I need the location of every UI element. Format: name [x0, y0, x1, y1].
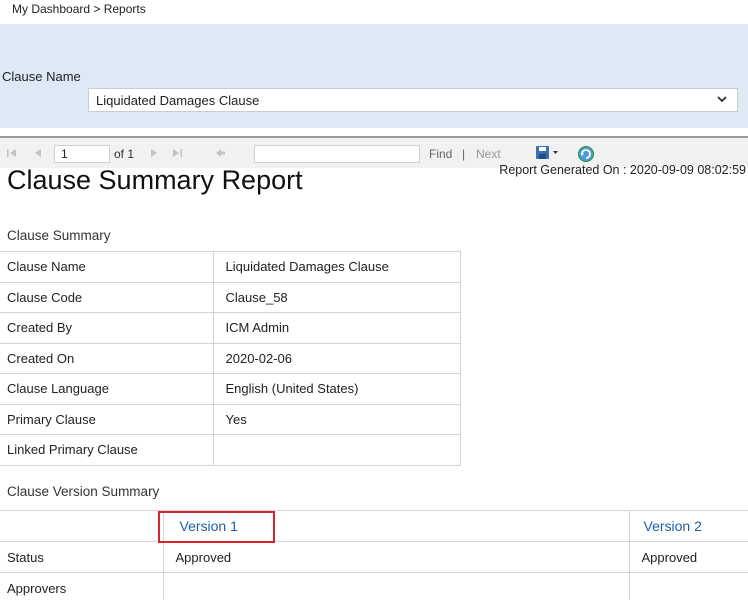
first-page-icon[interactable]	[6, 147, 18, 159]
clause-version-table: Version 1 Version 2 Status Approved Appr…	[0, 510, 748, 600]
find-input[interactable]	[254, 145, 420, 163]
summary-value: 2020-02-06	[212, 342, 461, 374]
report-title: Clause Summary Report	[7, 165, 303, 195]
table-row: Clause Name Liquidated Damages Clause	[0, 251, 461, 283]
version-2-approvers	[629, 572, 748, 600]
summary-label: Created By	[0, 312, 214, 344]
version-2-link[interactable]: Version 2	[644, 518, 702, 534]
summary-value: ICM Admin	[212, 312, 461, 344]
clause-name-selected-value: Liquidated Damages Clause	[96, 93, 260, 108]
summary-label: Linked Primary Clause	[0, 434, 214, 466]
clause-name-select[interactable]: Liquidated Damages Clause	[88, 88, 738, 112]
chevron-down-icon[interactable]	[715, 92, 729, 106]
summary-value: Liquidated Damages Clause	[212, 251, 461, 283]
next-page-icon[interactable]	[148, 147, 160, 159]
version-row-label: Approvers	[0, 572, 164, 600]
page-number-input[interactable]: 1	[54, 145, 110, 163]
table-row: Linked Primary Clause	[0, 434, 461, 466]
clause-summary-table: Clause Name Liquidated Damages Clause Cl…	[0, 251, 461, 466]
table-row: Clause Code Clause_58	[0, 281, 461, 313]
previous-page-icon[interactable]	[32, 147, 44, 159]
table-row: Created By ICM Admin	[0, 312, 461, 344]
table-header-row: Version 1 Version 2	[0, 510, 748, 542]
find-next-link[interactable]: Next	[476, 147, 501, 161]
report-generated-timestamp: Report Generated On : 2020-09-09 08:02:5…	[499, 163, 746, 177]
breadcrumb[interactable]: My Dashboard > Reports	[12, 2, 146, 16]
summary-label: Clause Name	[0, 251, 214, 283]
clause-summary-heading: Clause Summary	[7, 228, 111, 243]
summary-value: Yes	[212, 403, 461, 435]
filter-panel: Clause Name Liquidated Damages Clause	[0, 24, 748, 128]
summary-value: Clause_58	[212, 281, 461, 313]
export-save-icon[interactable]	[535, 145, 561, 161]
version-1-approvers	[163, 572, 630, 600]
table-row: Created On 2020-02-06	[0, 342, 461, 374]
last-page-icon[interactable]	[171, 147, 183, 159]
toolbar-separator: |	[462, 147, 466, 161]
table-row: Primary Clause Yes	[0, 403, 461, 435]
summary-value	[212, 434, 461, 466]
header-empty-cell	[0, 510, 164, 542]
find-link[interactable]: Find	[429, 147, 452, 161]
clause-version-summary-heading: Clause Version Summary	[7, 484, 160, 499]
summary-value: English (United States)	[212, 373, 461, 405]
back-icon[interactable]	[214, 147, 226, 159]
version-row-label: Status	[0, 541, 164, 573]
summary-label: Clause Language	[0, 373, 214, 405]
version-1-status: Approved	[163, 541, 630, 573]
summary-label: Clause Code	[0, 281, 214, 313]
summary-label: Created On	[0, 342, 214, 374]
page-count-text: of 1	[114, 147, 135, 161]
table-row: Status Approved Approved	[0, 541, 748, 573]
version-2-status: Approved	[629, 541, 748, 573]
clause-name-label: Clause Name	[2, 69, 81, 84]
refresh-icon[interactable]	[577, 145, 595, 163]
table-row: Approvers	[0, 572, 748, 600]
table-row: Clause Language English (United States)	[0, 373, 461, 405]
version-2-header[interactable]: Version 2	[629, 510, 748, 542]
summary-label: Primary Clause	[0, 403, 214, 435]
version-1-highlight-box	[158, 511, 275, 543]
